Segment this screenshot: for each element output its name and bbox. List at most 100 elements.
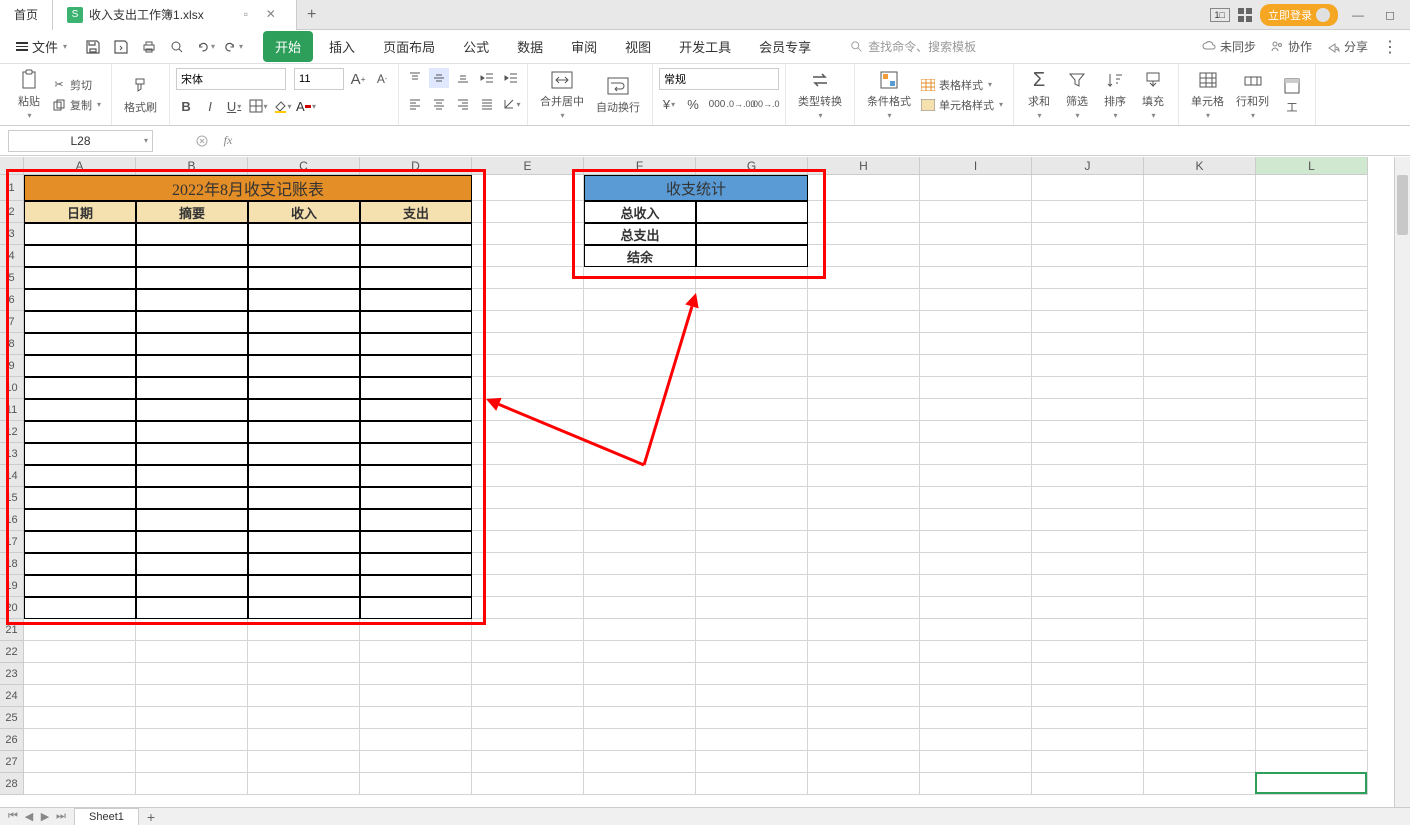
undo-icon[interactable]: ▾ bbox=[195, 37, 215, 57]
cell-L28[interactable] bbox=[1256, 773, 1368, 795]
cell-H15[interactable] bbox=[808, 487, 920, 509]
cell-G17[interactable] bbox=[696, 531, 808, 553]
cell-J9[interactable] bbox=[1032, 355, 1144, 377]
cell-H6[interactable] bbox=[808, 289, 920, 311]
cell-H21[interactable] bbox=[808, 619, 920, 641]
cell-L22[interactable] bbox=[1256, 641, 1368, 663]
cell-H17[interactable] bbox=[808, 531, 920, 553]
cell-F13[interactable] bbox=[584, 443, 696, 465]
cell-I16[interactable] bbox=[920, 509, 1032, 531]
cell-H14[interactable] bbox=[808, 465, 920, 487]
cell-C7[interactable] bbox=[248, 311, 360, 333]
cell-J8[interactable] bbox=[1032, 333, 1144, 355]
cell-D17[interactable] bbox=[360, 531, 472, 553]
cell-D11[interactable] bbox=[360, 399, 472, 421]
maximize-button[interactable]: ◻ bbox=[1378, 3, 1402, 27]
cell-E9[interactable] bbox=[472, 355, 584, 377]
cell-D6[interactable] bbox=[360, 289, 472, 311]
cell-I10[interactable] bbox=[920, 377, 1032, 399]
cell-D21[interactable] bbox=[360, 619, 472, 641]
cell-A25[interactable] bbox=[24, 707, 136, 729]
align-middle-icon[interactable] bbox=[429, 68, 449, 88]
col-header-A[interactable]: A bbox=[24, 157, 136, 175]
cell-I20[interactable] bbox=[920, 597, 1032, 619]
cell-K6[interactable] bbox=[1144, 289, 1256, 311]
cell-H1[interactable] bbox=[808, 175, 920, 201]
row-header-13[interactable]: 13 bbox=[0, 443, 24, 465]
col-header-C[interactable]: C bbox=[248, 157, 360, 175]
cell-H23[interactable] bbox=[808, 663, 920, 685]
cell-J25[interactable] bbox=[1032, 707, 1144, 729]
select-all-corner[interactable] bbox=[0, 157, 24, 175]
cell-B4[interactable] bbox=[136, 245, 248, 267]
cell-H8[interactable] bbox=[808, 333, 920, 355]
cell-E7[interactable] bbox=[472, 311, 584, 333]
cell-F3[interactable] bbox=[584, 223, 696, 245]
cell-E15[interactable] bbox=[472, 487, 584, 509]
cell-G18[interactable] bbox=[696, 553, 808, 575]
file-menu[interactable]: 文件 ▾ bbox=[8, 37, 75, 56]
cell-I18[interactable] bbox=[920, 553, 1032, 575]
cell-J5[interactable] bbox=[1032, 267, 1144, 289]
cell-F26[interactable] bbox=[584, 729, 696, 751]
row-header-25[interactable]: 25 bbox=[0, 707, 24, 729]
cell-K13[interactable] bbox=[1144, 443, 1256, 465]
cell-D16[interactable] bbox=[360, 509, 472, 531]
cell-F16[interactable] bbox=[584, 509, 696, 531]
cell-H19[interactable] bbox=[808, 575, 920, 597]
cell-E6[interactable] bbox=[472, 289, 584, 311]
cell-D26[interactable] bbox=[360, 729, 472, 751]
increase-font-icon[interactable]: A+ bbox=[348, 69, 368, 89]
vertical-scrollbar[interactable] bbox=[1394, 157, 1410, 807]
cell-H13[interactable] bbox=[808, 443, 920, 465]
cell-B1[interactable] bbox=[136, 175, 248, 201]
cell-K2[interactable] bbox=[1144, 201, 1256, 223]
wrap-text-button[interactable]: 自动换行 bbox=[590, 75, 646, 115]
cell-L19[interactable] bbox=[1256, 575, 1368, 597]
cell-D2[interactable] bbox=[360, 201, 472, 223]
cell-J12[interactable] bbox=[1032, 421, 1144, 443]
cell-D4[interactable] bbox=[360, 245, 472, 267]
cell-H28[interactable] bbox=[808, 773, 920, 795]
cell-C12[interactable] bbox=[248, 421, 360, 443]
row-header-28[interactable]: 28 bbox=[0, 773, 24, 795]
cell-I22[interactable] bbox=[920, 641, 1032, 663]
cell-J14[interactable] bbox=[1032, 465, 1144, 487]
filter-button[interactable]: 筛选▾ bbox=[1058, 69, 1096, 120]
cell-J24[interactable] bbox=[1032, 685, 1144, 707]
comma-icon[interactable]: 000 bbox=[707, 94, 727, 114]
cell-style-button[interactable]: 单元格样式▾ bbox=[917, 96, 1007, 114]
copy-button[interactable]: 复制▾ bbox=[48, 96, 105, 114]
cell-L7[interactable] bbox=[1256, 311, 1368, 333]
cell-L21[interactable] bbox=[1256, 619, 1368, 641]
decrease-decimal-icon[interactable]: .00→.0 bbox=[755, 94, 775, 114]
cell-L5[interactable] bbox=[1256, 267, 1368, 289]
cell-L27[interactable] bbox=[1256, 751, 1368, 773]
cell-A15[interactable] bbox=[24, 487, 136, 509]
col-header-H[interactable]: H bbox=[808, 157, 920, 175]
cell-K12[interactable] bbox=[1144, 421, 1256, 443]
cell-A5[interactable] bbox=[24, 267, 136, 289]
row-header-23[interactable]: 23 bbox=[0, 663, 24, 685]
cell-D22[interactable] bbox=[360, 641, 472, 663]
cell-L18[interactable] bbox=[1256, 553, 1368, 575]
cell-C23[interactable] bbox=[248, 663, 360, 685]
cell-D19[interactable] bbox=[360, 575, 472, 597]
cell-L11[interactable] bbox=[1256, 399, 1368, 421]
row-header-2[interactable]: 2 bbox=[0, 201, 24, 223]
search-box[interactable]: 查找命令、搜索模板 bbox=[843, 35, 983, 58]
cell-L26[interactable] bbox=[1256, 729, 1368, 751]
font-name-select[interactable] bbox=[176, 68, 286, 90]
cell-I8[interactable] bbox=[920, 333, 1032, 355]
cell-L23[interactable] bbox=[1256, 663, 1368, 685]
tab-menu-icon[interactable]: ▫ bbox=[244, 7, 260, 23]
cell-A12[interactable] bbox=[24, 421, 136, 443]
row-header-15[interactable]: 15 bbox=[0, 487, 24, 509]
sheet-next-icon[interactable]: ▶ bbox=[38, 810, 52, 823]
cell-J26[interactable] bbox=[1032, 729, 1144, 751]
cell-D3[interactable] bbox=[360, 223, 472, 245]
cell-C1[interactable] bbox=[248, 175, 360, 201]
cell-L25[interactable] bbox=[1256, 707, 1368, 729]
cell-J19[interactable] bbox=[1032, 575, 1144, 597]
cell-C3[interactable] bbox=[248, 223, 360, 245]
